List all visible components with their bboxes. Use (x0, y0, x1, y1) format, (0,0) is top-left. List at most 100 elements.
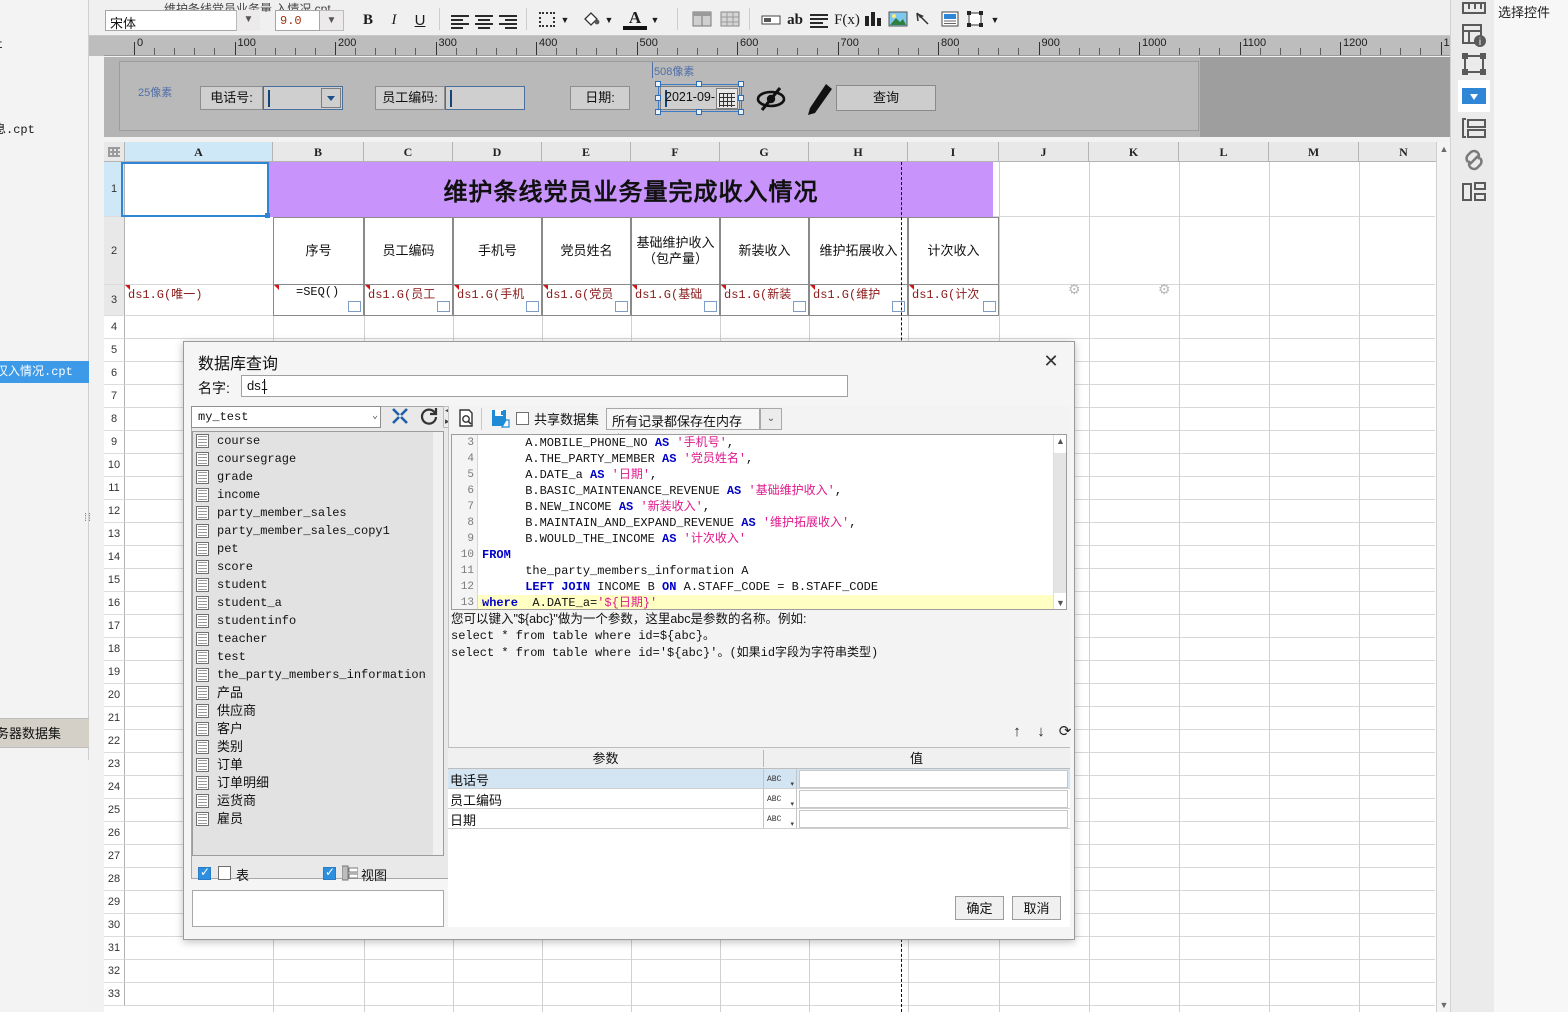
frame-icon[interactable] (1458, 48, 1490, 80)
font-family-combo[interactable]: 宋体 ▼ (105, 10, 260, 31)
fill-color-icon[interactable] (579, 9, 603, 32)
expand-indicator[interactable] (983, 301, 996, 312)
table-preview-box[interactable] (192, 890, 444, 927)
sql-line[interactable]: 8 B.MAINTAIN_AND_EXPAND_REVENUE AS '维护拓展… (452, 515, 1053, 531)
selection-handle[interactable] (696, 81, 702, 87)
border-chevron-down-icon[interactable]: ▼ (559, 9, 571, 32)
data-cell-B3[interactable]: =SEQ() (273, 285, 364, 316)
row-header-21[interactable]: 21 (104, 707, 125, 730)
row-header-15[interactable]: 15 (104, 569, 125, 592)
selection-handle[interactable] (738, 109, 744, 115)
font-size-chevron-down-icon[interactable]: ▼ (320, 10, 344, 31)
row-header-2[interactable]: 2 (104, 217, 125, 285)
preview-icon[interactable] (454, 408, 478, 431)
table-list-item[interactable]: studentinfo (193, 612, 443, 630)
cursor-icon[interactable] (911, 9, 935, 32)
sql-line[interactable]: 5 A.DATE_a AS '日期', (452, 467, 1053, 483)
column-header-M[interactable]: M (1269, 142, 1359, 162)
column-header-D[interactable]: D (453, 142, 542, 162)
chevron-down-icon[interactable]: ▾ (790, 780, 794, 788)
table-list-item[interactable]: pet (193, 540, 443, 558)
column-header-I[interactable]: I (908, 142, 999, 162)
row-header-5[interactable]: 5 (104, 339, 125, 362)
header-cell-C2[interactable]: 员工编码 (364, 217, 453, 285)
data-cell-F3[interactable]: ds1.G(基础 (631, 285, 720, 316)
data-cell-C3[interactable]: ds1.G(员工 (364, 285, 453, 316)
scroll-down-icon[interactable]: ▼ (1437, 998, 1451, 1012)
expand-indicator[interactable] (793, 301, 806, 312)
input-staff-code[interactable] (445, 86, 525, 110)
row-header-19[interactable]: 19 (104, 661, 125, 684)
sql-line[interactable]: 4 A.THE_PARTY_MEMBER AS '党员姓名', (452, 451, 1053, 467)
report-block-icon[interactable] (937, 9, 963, 32)
column-header-H[interactable]: H (809, 142, 908, 162)
select-all-corner[interactable] (104, 142, 125, 162)
column-header-K[interactable]: K (1089, 142, 1179, 162)
row-header-30[interactable]: 30 (104, 914, 125, 937)
row-header-14[interactable]: 14 (104, 546, 125, 569)
table-list-item[interactable]: 雇员 (193, 810, 443, 828)
table-list-item[interactable]: the_party_members_information (193, 666, 443, 684)
column-header-E[interactable]: E (542, 142, 631, 162)
parameter-type-cell[interactable]: ABC ▾ (763, 769, 797, 788)
table-list-item[interactable]: 客户 (193, 720, 443, 738)
hyperlink-icon[interactable] (1458, 144, 1490, 176)
fill-color-chevron-down-icon[interactable]: ▼ (603, 9, 615, 32)
table-list-item[interactable]: 订单明细 (193, 774, 443, 792)
parameter-row[interactable]: 日期 ABC ▾ (448, 809, 1070, 829)
column-header-B[interactable]: B (273, 142, 364, 162)
form-canvas[interactable]: 25像素 508像素 电话号: 员工编码: 日期: 2021-09- 查询 (119, 61, 1199, 131)
formula-icon[interactable]: F(x) (833, 9, 861, 32)
selection-handle[interactable] (738, 81, 744, 87)
table-list-item[interactable]: score (193, 558, 443, 576)
row-header-7[interactable]: 7 (104, 385, 125, 408)
header-cell-I2[interactable]: 计次收入 (908, 217, 999, 285)
left-file-panel[interactable]: t 息.cpt 汉入情况.cpt ⁞⁞ (0, 0, 91, 760)
ok-button[interactable]: 确定 (955, 896, 1004, 920)
table-list-item[interactable]: teacher (193, 630, 443, 648)
scroll-down-icon[interactable]: ▼ (1055, 598, 1066, 608)
sql-line[interactable]: 11 the_party_members_information A (452, 563, 1053, 579)
table-list-item[interactable]: income (193, 486, 443, 504)
header-cell-D2[interactable]: 手机号 (453, 217, 542, 285)
font-color-icon[interactable]: A (623, 9, 647, 30)
tree-structure-icon[interactable] (1458, 176, 1490, 208)
cancel-button[interactable]: 取消 (1012, 896, 1061, 920)
move-down-icon[interactable]: ↓ (1030, 722, 1052, 742)
database-combo[interactable]: my_test ⌄ (191, 406, 381, 428)
row-header-3[interactable]: 3 (104, 285, 125, 316)
table-list-item[interactable]: 订单 (193, 756, 443, 774)
row-header-18[interactable]: 18 (104, 638, 125, 661)
parameter-type-cell[interactable]: ABC ▾ (763, 809, 797, 828)
hidden-eye-icon[interactable] (754, 82, 788, 116)
table-list-item[interactable]: 产品 (193, 684, 443, 702)
align-right-icon[interactable] (497, 9, 519, 32)
row-header-28[interactable]: 28 (104, 868, 125, 891)
row-header-13[interactable]: 13 (104, 523, 125, 546)
sql-editor[interactable]: 3 A.MOBILE_PHONE_NO AS '手机号', 4 A.THE_PAR… (451, 434, 1067, 610)
wrench-icon[interactable] (386, 406, 413, 428)
table-list-item[interactable]: 供应商 (193, 702, 443, 720)
scroll-up-icon[interactable]: ▲ (1437, 142, 1451, 156)
ab-label-icon[interactable]: ab (783, 9, 807, 32)
row-header-16[interactable]: 16 (104, 592, 125, 615)
column-header-J[interactable]: J (999, 142, 1089, 162)
chart-icon[interactable] (861, 9, 885, 32)
table-list-item[interactable]: party_member_sales_copy1 (193, 522, 443, 540)
refresh-params-icon[interactable]: ⟳ (1054, 722, 1076, 742)
header-cell-E2[interactable]: 党员姓名 (542, 217, 631, 285)
query-button[interactable]: 查询 (836, 85, 936, 111)
shape-chevron-down-icon[interactable]: ▼ (989, 9, 1001, 32)
data-cell-A3[interactable]: ds1.G(唯一) (125, 285, 273, 316)
row-header-24[interactable]: 24 (104, 776, 125, 799)
row-header-9[interactable]: 9 (104, 431, 125, 454)
expand-indicator[interactable] (348, 301, 361, 312)
parameter-row[interactable]: 员工编码 ABC ▾ (448, 789, 1070, 809)
expand-indicator[interactable] (526, 301, 539, 312)
expand-indicator[interactable] (704, 301, 717, 312)
data-cell-E3[interactable]: ds1.G(党员 (542, 285, 631, 316)
column-header-C[interactable]: C (364, 142, 453, 162)
data-cell-G3[interactable]: ds1.G(新装 (720, 285, 809, 316)
row-header-17[interactable]: 17 (104, 615, 125, 638)
align-center-icon[interactable] (473, 9, 495, 32)
